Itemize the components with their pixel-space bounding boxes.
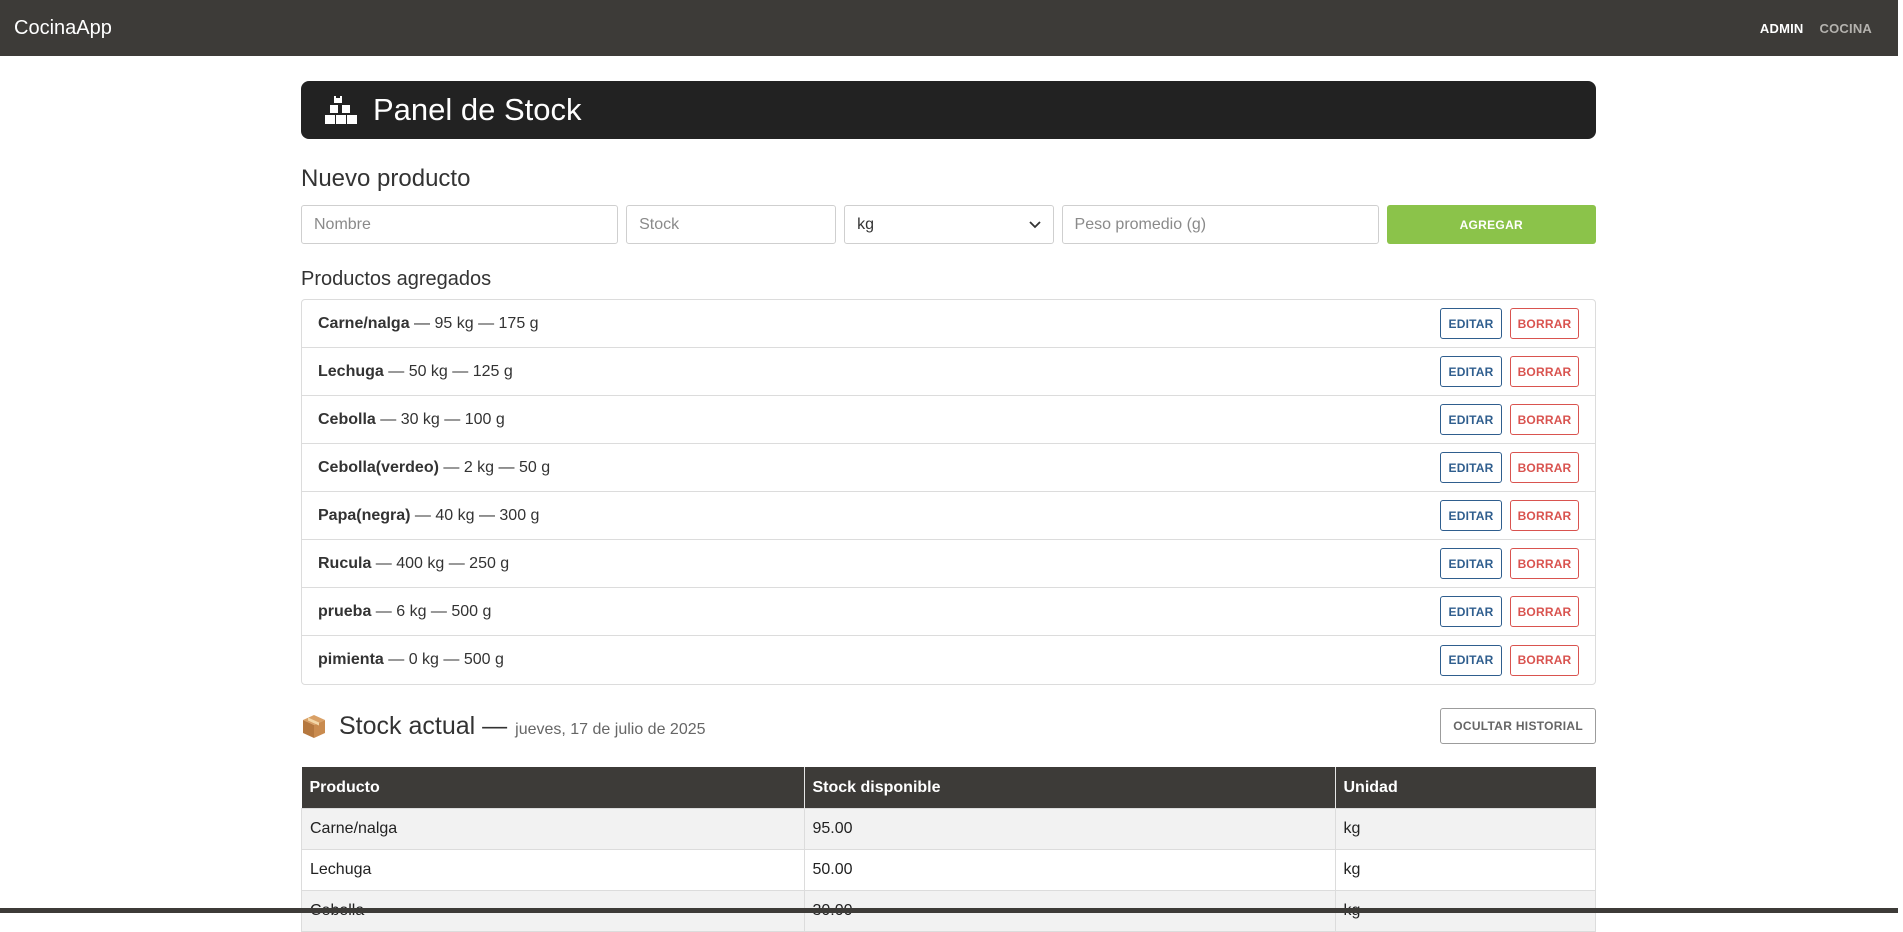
edit-button[interactable]: EDITAR: [1440, 500, 1502, 531]
product-details: — 95 kg — 175 g: [409, 314, 539, 332]
new-product-form: kg AGREGAR: [301, 205, 1596, 244]
table-row: Carne/nalga 95.00 kg: [301, 808, 1596, 850]
cell-stock: 50.00: [803, 849, 1336, 891]
bottom-edge: [0, 908, 1898, 913]
product-list-item: prueba — 6 kg — 500 g EDITAR BORRAR: [302, 588, 1595, 636]
product-list-item: Lechuga — 50 kg — 125 g EDITAR BORRAR: [302, 348, 1595, 396]
stock-title-group: Stock actual — jueves, 17 de julio de 20…: [301, 712, 706, 741]
column-header-stock: Stock disponible: [804, 767, 1336, 809]
stock-title: Stock actual —: [339, 711, 508, 740]
nav-links: ADMIN COCINA: [1760, 21, 1872, 36]
top-navbar: CocinaApp ADMIN COCINA: [0, 0, 1898, 56]
app-brand[interactable]: CocinaApp: [14, 17, 112, 40]
product-text: Cebolla — 30 kg — 100 g: [318, 411, 505, 429]
product-details: — 0 kg — 500 g: [383, 651, 504, 668]
weight-input[interactable]: [1061, 205, 1379, 244]
product-list: Carne/nalga — 95 kg — 175 g EDITAR BORRAR L…: [301, 299, 1596, 685]
product-details: — 2 kg — 50 g: [438, 458, 551, 476]
product-text: pimienta — 0 kg — 500 g: [318, 651, 504, 669]
product-details: — 6 kg — 500 g: [371, 602, 492, 620]
product-text: Rucula — 400 kg — 250 g: [318, 555, 509, 573]
edit-button[interactable]: EDITAR: [1440, 308, 1502, 339]
stock-input[interactable]: [626, 205, 837, 244]
unit-select[interactable]: kg: [844, 205, 1054, 244]
column-header-unit: Unidad: [1335, 767, 1596, 809]
product-actions: EDITAR BORRAR: [1440, 500, 1579, 531]
product-text: Lechuga — 50 kg — 125 g: [318, 363, 513, 381]
product-name: prueba: [318, 602, 372, 620]
edit-button[interactable]: EDITAR: [1440, 644, 1502, 676]
delete-button[interactable]: BORRAR: [1510, 644, 1579, 676]
new-product-title: Nuevo producto: [301, 165, 471, 192]
product-name: Cebolla: [318, 410, 376, 428]
product-list-item: Carne/nalga — 95 kg — 175 g EDITAR BORRAR: [302, 300, 1595, 348]
delete-button[interactable]: BORRAR: [1510, 404, 1579, 435]
delete-button[interactable]: BORRAR: [1510, 500, 1579, 531]
edit-button[interactable]: EDITAR: [1440, 404, 1502, 435]
product-actions: EDITAR BORRAR: [1440, 452, 1579, 483]
cell-product: Carne/nalga: [301, 808, 805, 850]
product-name-input[interactable]: [301, 205, 619, 244]
delete-button[interactable]: BORRAR: [1510, 356, 1579, 387]
nav-link-cocina[interactable]: COCINA: [1820, 21, 1872, 36]
product-name: Cebolla(verdeo): [318, 458, 439, 476]
product-name: Lechuga: [318, 362, 384, 380]
window-edge: [1898, 0, 1903, 913]
boxes-icon: [325, 96, 357, 124]
package-icon: [303, 715, 325, 738]
product-actions: EDITAR BORRAR: [1440, 404, 1579, 435]
product-actions: EDITAR BORRAR: [1440, 548, 1579, 579]
column-header-product: Producto: [301, 767, 805, 809]
chevron-down-icon: [1028, 220, 1041, 228]
product-name: Papa(negra): [318, 506, 411, 524]
main-container: Panel de Stock Nuevo producto kg AGREGAR…: [301, 81, 1596, 932]
product-actions: EDITAR BORRAR: [1440, 356, 1579, 387]
delete-button[interactable]: BORRAR: [1510, 548, 1579, 579]
page-header: Panel de Stock: [301, 81, 1596, 139]
cell-stock: 95.00: [803, 808, 1336, 850]
hide-history-button[interactable]: OCULTAR HISTORIAL: [1440, 708, 1596, 744]
delete-button[interactable]: BORRAR: [1510, 596, 1579, 627]
edit-button[interactable]: EDITAR: [1440, 548, 1502, 579]
product-name: Carne/nalga: [318, 314, 410, 332]
edit-button[interactable]: EDITAR: [1440, 356, 1502, 387]
product-text: Cebolla(verdeo) — 2 kg — 50 g: [318, 459, 550, 477]
product-list-item: Cebolla(verdeo) — 2 kg — 50 g EDITAR BORRA…: [302, 444, 1595, 492]
product-name: Rucula: [318, 554, 372, 572]
product-name: pimienta: [318, 651, 384, 668]
product-details: — 30 kg — 100 g: [375, 410, 505, 428]
product-list-item: Papa(negra) — 40 kg — 300 g EDITAR BORRAR: [302, 492, 1595, 540]
product-list-item: Cebolla — 30 kg — 100 g EDITAR BORRAR: [302, 396, 1595, 444]
product-actions: EDITAR BORRAR: [1440, 308, 1579, 339]
table-row: Lechuga 50.00 kg: [301, 849, 1596, 891]
product-text: prueba — 6 kg — 500 g: [318, 603, 491, 621]
edit-button[interactable]: EDITAR: [1440, 452, 1502, 483]
cell-unit: kg: [1334, 808, 1596, 850]
nav-link-admin[interactable]: ADMIN: [1760, 21, 1804, 36]
product-details: — 400 kg — 250 g: [371, 554, 510, 572]
stock-table-header: Producto Stock disponible Unidad: [301, 767, 1596, 809]
product-list-item: Rucula — 400 kg — 250 g EDITAR BORRAR: [302, 540, 1595, 588]
edit-button[interactable]: EDITAR: [1440, 596, 1502, 627]
product-actions: EDITAR BORRAR: [1440, 596, 1579, 627]
page-title: Panel de Stock: [373, 92, 582, 127]
stock-header: Stock actual — jueves, 17 de julio de 20…: [301, 705, 1596, 747]
product-details: — 40 kg — 300 g: [410, 506, 540, 524]
product-text: Papa(negra) — 40 kg — 300 g: [318, 507, 539, 525]
delete-button[interactable]: BORRAR: [1510, 308, 1579, 339]
stock-date: jueves, 17 de julio de 2025: [515, 720, 706, 738]
product-actions: EDITAR BORRAR: [1440, 644, 1579, 676]
stock-table-body: Carne/nalga95.00kgLechuga50.00kgCebolla3…: [301, 808, 1596, 932]
product-list-item: pimienta — 0 kg — 500 g EDITAR BORRAR: [302, 636, 1595, 684]
delete-button[interactable]: BORRAR: [1510, 452, 1579, 483]
product-text: Carne/nalga — 95 kg — 175 g: [318, 315, 539, 333]
cell-unit: kg: [1334, 849, 1596, 891]
cell-product: Lechuga: [301, 849, 805, 891]
add-product-button[interactable]: AGREGAR: [1386, 205, 1596, 244]
product-details: — 50 kg — 125 g: [383, 362, 513, 380]
unit-select-value: kg: [857, 215, 874, 233]
products-title: Productos agregados: [301, 268, 492, 290]
